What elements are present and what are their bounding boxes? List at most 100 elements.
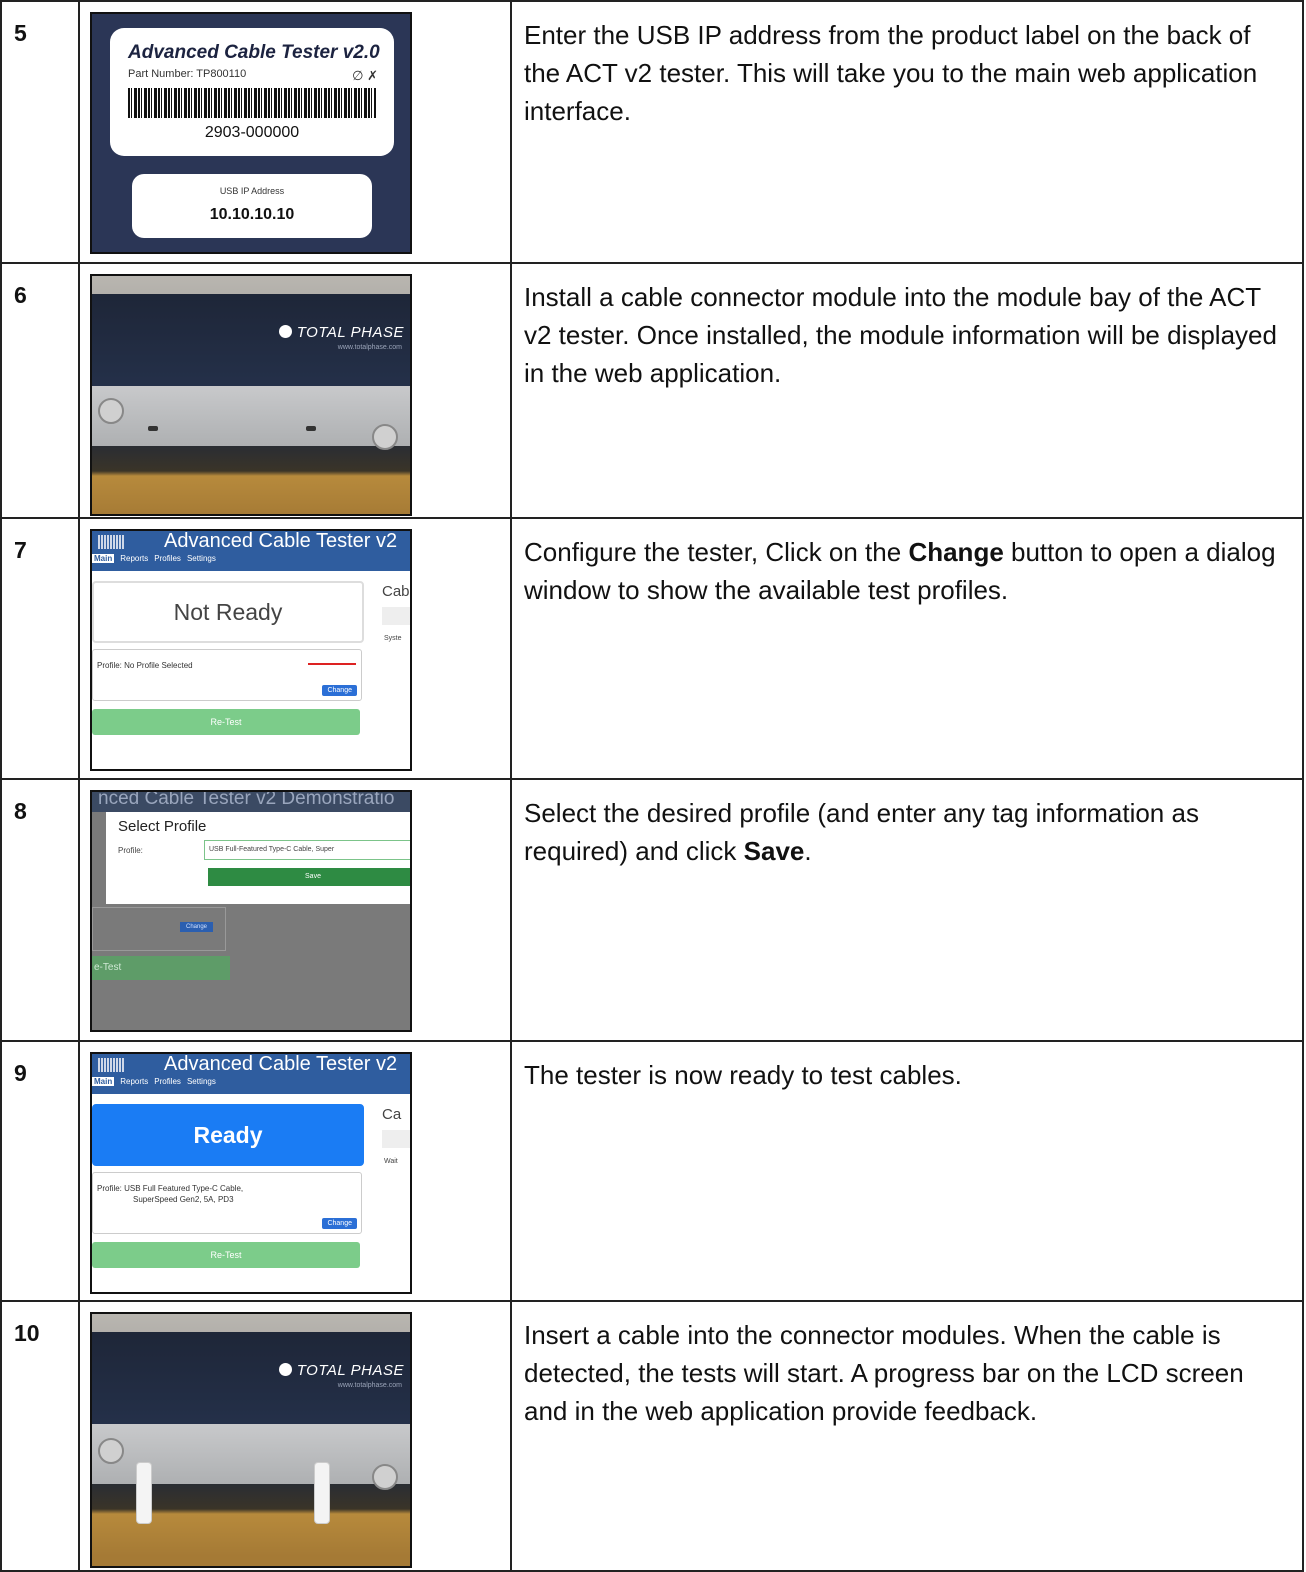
profile-label: Profile:: [118, 846, 143, 855]
label-serial: 2903-000000: [204, 124, 300, 141]
step-number: 6: [0, 262, 80, 519]
profile-line: Profile: USB Full Featured Type-C Cable,: [97, 1184, 244, 1193]
logo-icon: [278, 1363, 292, 1376]
profile-box: Profile: No Profile Selected Change: [92, 649, 362, 701]
step-number: 8: [0, 778, 80, 1042]
logo-sub: www.totalphase.com: [337, 344, 402, 351]
retest-button: Re-Test: [92, 709, 360, 735]
step-row: 9 Advanced Cable Tester v2 Main Reports Pr…: [0, 1040, 1304, 1302]
app-nav: Main Reports Profiles Settings: [92, 554, 222, 563]
logo-icon: [278, 325, 292, 338]
step-number: 9: [0, 1040, 80, 1302]
web-app-screenshot: Advanced Cable Tester v2 Main Reports Prof…: [90, 529, 412, 771]
nav-reports: Reports: [120, 1077, 149, 1086]
nav-profiles: Profiles: [154, 554, 181, 563]
app-logo-icon: [98, 535, 124, 549]
retest-button: e-Test: [92, 956, 230, 980]
step-image-cell: nced Cable Tester v2 Demonstratio Change…: [78, 778, 512, 1042]
step-row: 7 Advanced Cable Tester v2 Main Reports Pr…: [0, 517, 1304, 780]
profile-box: Profile: USB Full Featured Type-C Cable,…: [92, 1172, 362, 1234]
nav-settings: Settings: [186, 1077, 216, 1086]
nav-profiles: Profiles: [154, 1077, 181, 1086]
label-part-number: Part Number: TP800110: [128, 68, 247, 80]
description-text: .: [804, 836, 812, 866]
module-slot: [148, 426, 158, 431]
step-number: 10: [0, 1300, 80, 1572]
highlight-line: [308, 663, 356, 665]
product-label-image: Advanced Cable Tester v2.0 Part Number: …: [90, 12, 412, 254]
logo-text: TOTAL PHASE: [296, 324, 404, 341]
app-logo-icon: [98, 1058, 124, 1072]
change-button: Change: [322, 685, 357, 696]
side-box: [382, 607, 410, 625]
step-image-cell: Advanced Cable Tester v2 Main Reports Prof…: [78, 517, 512, 780]
logo-text: TOTAL PHASE: [296, 1362, 404, 1379]
description-text: Select the desired profile (and enter an…: [524, 798, 1199, 866]
profile-text: Profile: USB Full Featured Type-C Cable,…: [97, 1183, 243, 1205]
step-image-cell: TOTAL PHASE www.totalphase.com: [78, 1300, 512, 1572]
change-button: Change: [180, 922, 214, 932]
nav-main: Main: [92, 554, 115, 563]
retest-button: Re-Test: [92, 1242, 360, 1268]
app-header: Advanced Cable Tester v2 Main Reports Prof…: [92, 530, 410, 571]
usb-cable: [314, 1462, 330, 1524]
device-logo: TOTAL PHASE: [278, 324, 404, 341]
step-row: 5 Advanced Cable Tester v2.0 Part Number…: [0, 0, 1304, 264]
step-description: Insert a cable into the connector module…: [510, 1300, 1304, 1572]
label-title: Advanced Cable Tester v2.0: [128, 42, 380, 63]
side-small: Wait: [384, 1158, 398, 1165]
usb-cable: [136, 1462, 152, 1524]
logo-sub: www.totalphase.com: [337, 1382, 402, 1389]
device-photo: TOTAL PHASE www.totalphase.com: [90, 274, 412, 516]
nav-settings: Settings: [186, 554, 216, 563]
description-bold: Save: [743, 836, 805, 866]
step-row: 6 TOTAL PHASE www.totalphase.com Install…: [0, 262, 1304, 519]
step-description: Select the desired profile (and enter an…: [510, 778, 1304, 1042]
status-box: Ready: [92, 1104, 364, 1166]
step-image-cell: TOTAL PHASE www.totalphase.com: [78, 262, 512, 519]
module-slot: [306, 426, 316, 431]
thumbscrew-icon: [372, 1464, 398, 1490]
profile-line: SuperSpeed Gen2, 5A, PD3: [133, 1195, 234, 1204]
step-row: 8 nced Cable Tester v2 Demonstratio Chan…: [0, 778, 1304, 1042]
description-text: Configure the tester, Click on the: [524, 537, 909, 567]
profile-text: Profile: No Profile Selected: [97, 661, 193, 670]
side-small: Syste: [384, 635, 402, 642]
app-header: Advanced Cable Tester v2 Main Reports Prof…: [92, 1053, 410, 1094]
device-photo: TOTAL PHASE www.totalphase.com: [90, 1312, 412, 1568]
side-label: Ca: [382, 1106, 402, 1123]
step-number: 7: [0, 517, 80, 780]
change-button: Change: [322, 1218, 357, 1229]
ip-value: 10.10.10.10: [209, 206, 295, 223]
description-bold: Change: [908, 537, 1004, 567]
step-description: Install a cable connector module into th…: [510, 262, 1304, 519]
app-title: Advanced Cable Tester v2: [164, 1053, 398, 1075]
thumbscrew-icon: [98, 398, 124, 424]
profile-select: USB Full-Featured Type-C Cable, Super: [204, 840, 410, 860]
steps-table: 5 Advanced Cable Tester v2.0 Part Number…: [0, 0, 1304, 1572]
step-row: 10 TOTAL PHASE www.totalphase.com Insert…: [0, 1300, 1304, 1572]
step-description: Configure the tester, Click on the Chang…: [510, 517, 1304, 780]
thumbscrew-icon: [372, 424, 398, 450]
step-image-cell: Advanced Cable Tester v2.0 Part Number: …: [78, 0, 512, 264]
step-number: 5: [0, 0, 80, 264]
step-description: Enter the USB IP address from the produc…: [510, 0, 1304, 264]
app-nav: Main Reports Profiles Settings: [92, 1077, 222, 1086]
side-box: [382, 1130, 410, 1148]
thumbscrew-icon: [98, 1438, 124, 1464]
label-card: Advanced Cable Tester v2.0 Part Number: …: [110, 28, 394, 156]
web-app-screenshot: Advanced Cable Tester v2 Main Reports Prof…: [90, 1052, 412, 1294]
status-box: Not Ready: [92, 581, 364, 643]
device-logo: TOTAL PHASE: [278, 1362, 404, 1379]
app-title: Advanced Cable Tester v2: [164, 530, 398, 552]
select-profile-dialog: Select Profile Profile: USB Full-Feature…: [106, 812, 410, 904]
ip-card: USB IP Address 10.10.10.10: [132, 174, 372, 238]
dialog-title: Select Profile: [118, 818, 207, 835]
select-profile-screenshot: nced Cable Tester v2 Demonstratio Change…: [90, 790, 412, 1032]
barcode: [128, 88, 376, 118]
step-description: The tester is now ready to test cables.: [510, 1040, 1304, 1302]
app-title: nced Cable Tester v2 Demonstratio: [98, 790, 395, 809]
ip-caption: USB IP Address: [219, 186, 285, 196]
compliance-icons: ∅ ✗: [352, 68, 378, 83]
app-header: nced Cable Tester v2 Demonstratio: [92, 790, 410, 812]
